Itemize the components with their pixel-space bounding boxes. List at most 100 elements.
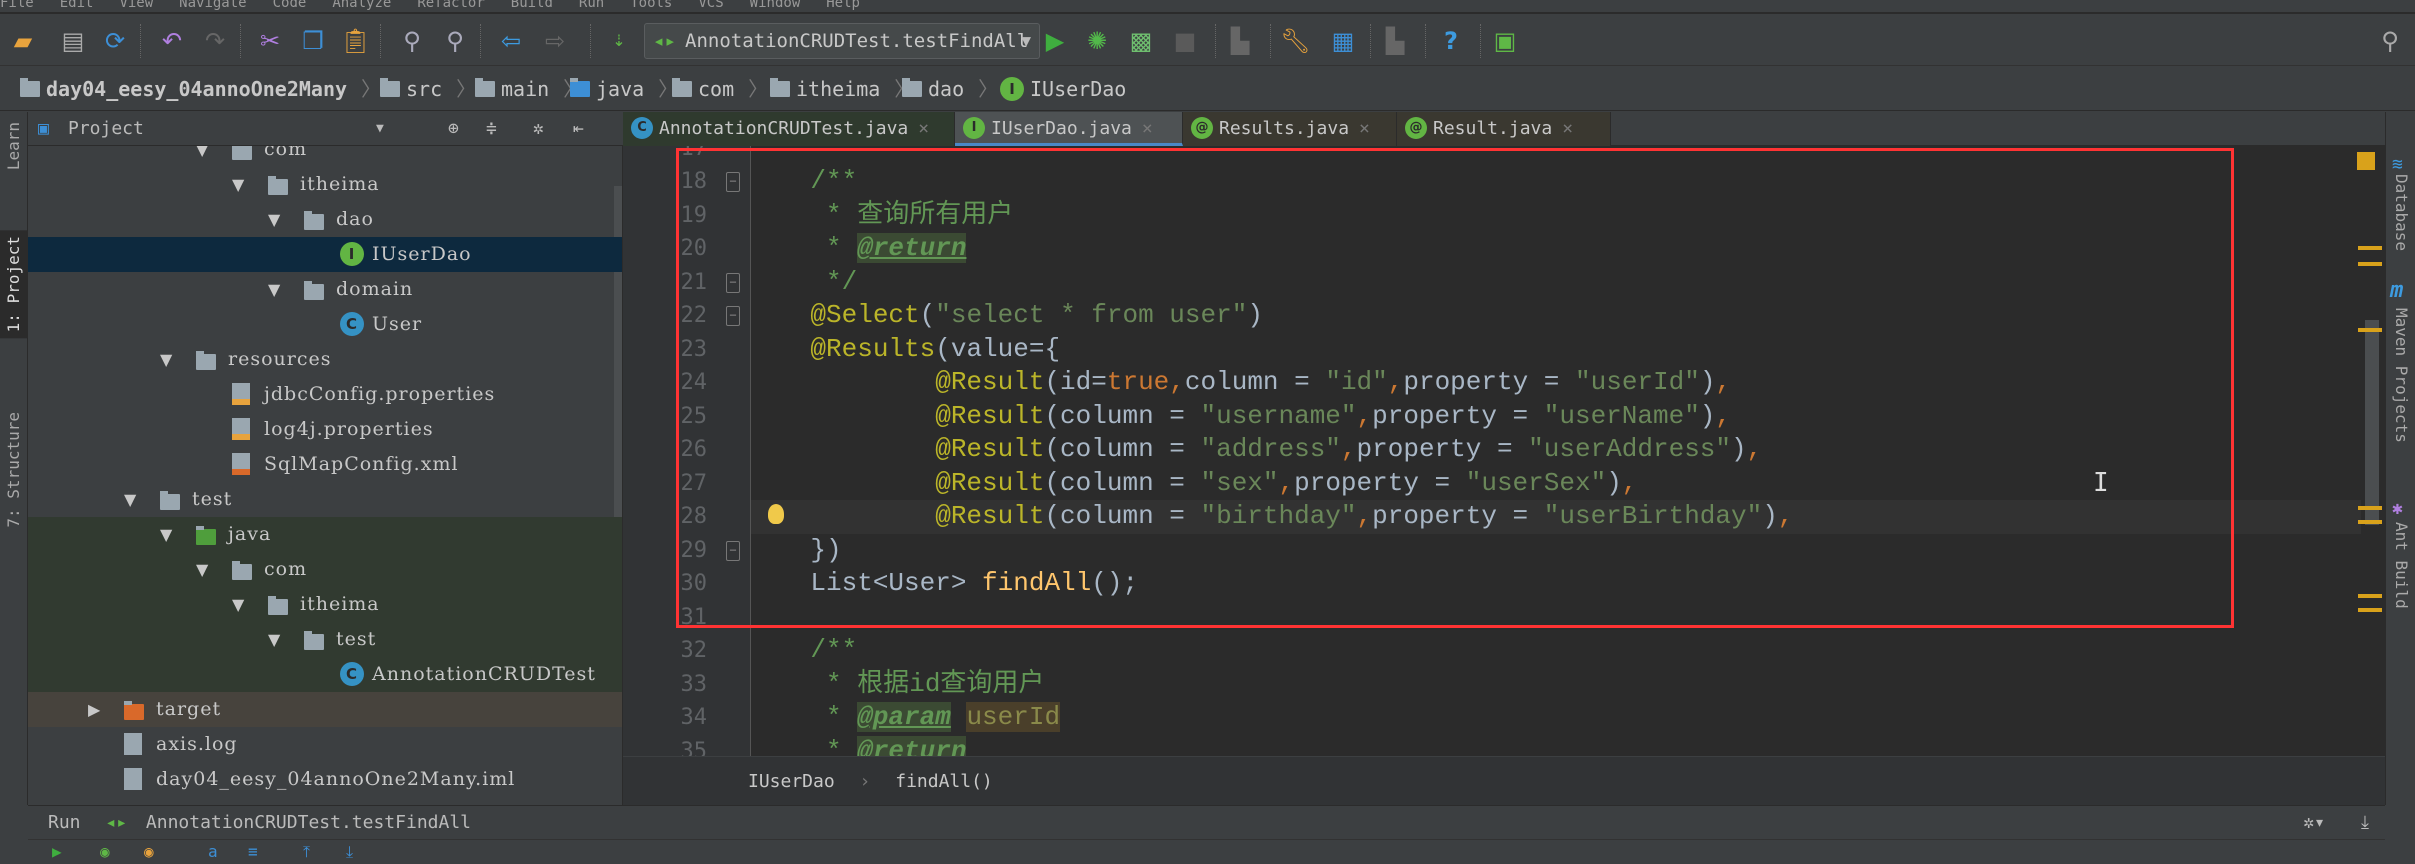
- expanded-arrow-icon[interactable]: ▼: [160, 517, 173, 552]
- fold-marker-icon[interactable]: −: [726, 172, 740, 192]
- close-icon[interactable]: ×: [1359, 118, 1370, 139]
- code-line[interactable]: * @return: [748, 232, 967, 266]
- debug-icon[interactable]: ✺: [1082, 26, 1112, 56]
- help-icon[interactable]: ?: [1436, 26, 1466, 56]
- gear-icon[interactable]: ✲: [533, 112, 544, 146]
- menu-item[interactable]: Tools: [630, 0, 672, 11]
- tree-item[interactable]: SqlMapConfig.xml: [28, 447, 622, 482]
- code-line[interactable]: @Results(value={: [748, 333, 1060, 367]
- expanded-arrow-icon[interactable]: ▼: [160, 342, 173, 377]
- tree-item[interactable]: ▼ test: [28, 482, 622, 517]
- tree-item[interactable]: ▼ itheima: [28, 167, 622, 202]
- expanded-arrow-icon[interactable]: ▼: [232, 167, 245, 202]
- tree-item[interactable]: C User: [28, 307, 622, 342]
- error-stripe-mark[interactable]: [2358, 506, 2382, 510]
- hide-panel-icon[interactable]: ⇤: [573, 112, 584, 146]
- undo-icon[interactable]: ↶: [157, 26, 187, 56]
- rerun-icon[interactable]: ▶: [52, 842, 62, 861]
- collapse-icon[interactable]: ⤓: [346, 842, 353, 862]
- stop-icon[interactable]: ■: [1170, 26, 1200, 56]
- ant-build-tool-button[interactable]: Ant Build: [2392, 522, 2411, 609]
- expanded-arrow-icon[interactable]: ▼: [124, 482, 137, 517]
- code-line[interactable]: @Result(column = "username",property = "…: [748, 400, 1731, 434]
- run-icon[interactable]: ▶: [1040, 26, 1070, 56]
- menu-item[interactable]: Code: [273, 0, 307, 11]
- code-line[interactable]: * 根据id查询用户: [748, 668, 1044, 702]
- show-passed-icon[interactable]: ◉: [100, 842, 110, 861]
- code-editor[interactable]: 17 18 19 20 21 22 23 24 25 26 27 28 29 30 31 32 33 34 35 − −…: [623, 146, 2385, 756]
- paste-icon[interactable]: 📋︎: [340, 26, 370, 56]
- redo-icon[interactable]: ↷: [200, 26, 230, 56]
- tree-item[interactable]: ▶ target: [28, 692, 622, 727]
- tree-item[interactable]: C AnnotationCRUDTest: [28, 657, 622, 692]
- close-icon[interactable]: ×: [1562, 118, 1573, 139]
- menu-item[interactable]: Refactor: [417, 0, 484, 11]
- menu-item[interactable]: View: [119, 0, 153, 11]
- run-config-tab[interactable]: AnnotationCRUDTest.testFindAll: [146, 812, 471, 833]
- tree-item[interactable]: ▼ domain: [28, 272, 622, 307]
- error-stripe-mark[interactable]: [2358, 520, 2382, 524]
- copy-icon[interactable]: ❐: [298, 26, 328, 56]
- sort-duration-icon[interactable]: ≡: [248, 842, 258, 861]
- code-line[interactable]: @Result(column = "birthday",property = "…: [748, 500, 1793, 534]
- sdk-icon[interactable]: ▙: [1380, 26, 1410, 56]
- breadcrumb-class[interactable]: IUserDao: [748, 771, 835, 792]
- run-config-dropdown[interactable]: ◂▸ AnnotationCRUDTest.testFindAll ▼: [644, 23, 1040, 59]
- structure-tool-button[interactable]: 7: Structure: [4, 412, 23, 528]
- fold-marker-icon[interactable]: −: [726, 540, 740, 561]
- code-line[interactable]: /**: [748, 634, 857, 668]
- cut-icon[interactable]: ✂: [255, 26, 285, 56]
- search-everywhere-icon[interactable]: ⚲: [2375, 26, 2405, 56]
- error-stripe-mark[interactable]: [2358, 594, 2382, 598]
- code-line[interactable]: @Result(id=true,column = "id",property =…: [748, 366, 1731, 400]
- tree-item[interactable]: ▼ itheima: [28, 587, 622, 622]
- breadcrumb-item[interactable]: com 〉: [672, 67, 768, 111]
- tree-item[interactable]: ▼ test: [28, 622, 622, 657]
- menu-item[interactable]: Navigate: [179, 0, 246, 11]
- analysis-status-icon[interactable]: [2357, 152, 2375, 170]
- show-ignored-icon[interactable]: ◉: [144, 842, 154, 861]
- learn-tool-button[interactable]: Learn: [4, 122, 23, 170]
- intention-bulb-icon[interactable]: [768, 504, 784, 524]
- tree-item[interactable]: ▼ dao: [28, 202, 622, 237]
- close-icon[interactable]: ×: [918, 118, 929, 139]
- code-line[interactable]: /**: [748, 165, 857, 199]
- replace-icon[interactable]: ⚲: [440, 26, 470, 56]
- breadcrumb-item[interactable]: dao 〉: [902, 67, 998, 111]
- back-icon[interactable]: ⇦: [496, 26, 526, 56]
- tree-item[interactable]: ▼ resources: [28, 342, 622, 377]
- menu-item[interactable]: Edit: [60, 0, 94, 11]
- sort-icon[interactable]: a: [208, 842, 218, 861]
- tree-item[interactable]: ▼ com: [28, 146, 622, 167]
- editor-scrollbar[interactable]: [2365, 320, 2379, 525]
- code-line[interactable]: @Result(column = "address",property = "u…: [748, 433, 1762, 467]
- breadcrumb-item[interactable]: day04_eesy_04annoOne2Many 〉: [20, 67, 381, 111]
- make-icon[interactable]: ⇣: [604, 26, 634, 56]
- menu-item[interactable]: Build: [511, 0, 553, 11]
- breadcrumb-item[interactable]: itheima〉: [770, 67, 914, 111]
- error-stripe-mark[interactable]: [2358, 608, 2382, 612]
- editor-tab[interactable]: C AnnotationCRUDTest.java ×: [623, 112, 955, 146]
- expand-icon[interactable]: ⤒: [303, 842, 310, 862]
- tree-item[interactable]: jdbcConfig.properties: [28, 377, 622, 412]
- forward-icon[interactable]: ⇨: [540, 26, 570, 56]
- tree-item[interactable]: day04_eesy_04annoOne2Many.iml: [28, 762, 622, 797]
- editor-tab[interactable]: @ Result.java ×: [1397, 112, 1611, 146]
- plugin-icon[interactable]: ▣: [1490, 26, 1520, 56]
- expanded-arrow-icon[interactable]: ▼: [268, 622, 281, 657]
- maven-tool-button[interactable]: Maven Projects: [2392, 308, 2411, 443]
- breadcrumb-item[interactable]: main〉: [475, 67, 583, 111]
- error-stripe-mark[interactable]: [2358, 328, 2382, 332]
- save-icon[interactable]: ▤: [58, 26, 88, 56]
- gear-icon[interactable]: ✲▾: [2303, 806, 2325, 840]
- expanded-arrow-icon[interactable]: ▼: [196, 552, 209, 587]
- editor-tab[interactable]: @ Results.java ×: [1183, 112, 1397, 146]
- tree-item[interactable]: I IUserDao: [28, 237, 622, 272]
- breadcrumb-item[interactable]: src 〉: [380, 67, 476, 111]
- code-line[interactable]: * 查询所有用户: [748, 199, 1013, 233]
- tree-item[interactable]: axis.log: [28, 727, 622, 762]
- menu-item[interactable]: Help: [826, 0, 860, 11]
- tree-item[interactable]: ▼ java: [28, 517, 622, 552]
- code-line[interactable]: @Result(column = "sex",property = "userS…: [748, 467, 1637, 501]
- code-line[interactable]: @Select("select * from user"): [748, 299, 1263, 333]
